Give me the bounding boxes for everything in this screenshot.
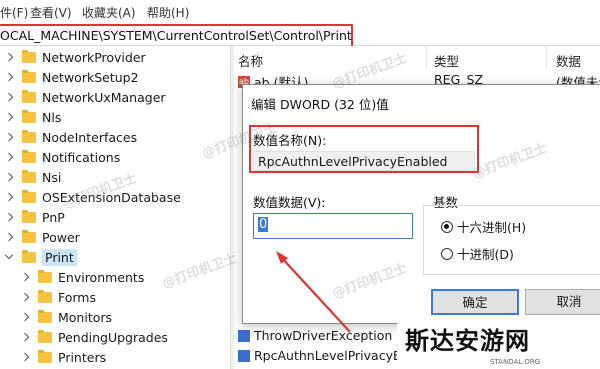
tree-node-label: Print [42, 248, 77, 266]
chevron-right-icon[interactable] [4, 132, 14, 142]
tree-node[interactable]: Print [4, 247, 77, 267]
folder-icon [22, 229, 36, 243]
tree-node[interactable]: Environments [20, 267, 144, 287]
tree-node-label: PendingUpgrades [58, 329, 168, 345]
dword-value-icon [238, 329, 250, 342]
menu-view[interactable]: 查看(V) [30, 4, 72, 21]
folder-icon [38, 349, 52, 363]
dec-radio-label: 十进制(D) [457, 247, 514, 262]
tree-node-label: NodeInterfaces [42, 129, 138, 145]
tree-node[interactable]: NetworkUxManager [4, 87, 166, 107]
tree-node[interactable]: NodeInterfaces [4, 127, 137, 147]
chevron-right-icon[interactable] [4, 112, 14, 122]
address-bar[interactable]: OCAL_MACHINE\SYSTEM\CurrentControlSet\Co… [0, 24, 600, 48]
column-header-name[interactable]: 名称 [238, 51, 263, 70]
tree-node-label: PnP [42, 209, 65, 225]
chevron-right-icon[interactable] [20, 312, 30, 322]
chevron-right-icon[interactable] [4, 212, 14, 222]
dword-value-icon [238, 349, 250, 362]
menu-help[interactable]: 帮助(H) [147, 4, 189, 21]
value-data-input[interactable]: 0 [253, 213, 413, 239]
folder-icon [22, 249, 36, 263]
tree-node[interactable]: Notifications [4, 147, 120, 167]
tree-node-label: Environments [58, 269, 145, 285]
folder-icon [22, 49, 36, 63]
folder-icon [22, 209, 36, 223]
folder-icon [38, 289, 52, 303]
list-item[interactable]: ThrowDriverException [238, 328, 392, 343]
tree-node-label: Notifications [42, 149, 121, 165]
chevron-right-icon[interactable] [20, 332, 30, 342]
tree-node[interactable]: Nls [4, 107, 61, 127]
chevron-right-icon[interactable] [4, 72, 14, 82]
hex-radio-label: 十六进制(H) [457, 220, 527, 235]
list-item[interactable]: RpcAuthnLevelPrivacyEna [238, 348, 416, 363]
folder-icon [22, 149, 36, 163]
tree-node-label: Monitors [58, 309, 113, 325]
tree-node-label: NetworkSetup2 [42, 69, 139, 85]
column-header-data[interactable]: 数据 [556, 51, 581, 70]
radio-unchecked-icon [441, 247, 453, 260]
chevron-right-icon[interactable] [4, 172, 14, 182]
tree-node[interactable]: NetworkSetup2 [4, 67, 139, 87]
column-divider[interactable] [546, 46, 547, 68]
menu-bar: 件(F) 查看(V) 收藏夹(A) 帮助(H) [0, 0, 600, 22]
ok-button[interactable]: 确定 [431, 289, 519, 315]
chevron-right-icon[interactable] [20, 352, 30, 362]
column-divider[interactable] [426, 46, 427, 68]
chevron-right-icon[interactable] [4, 232, 14, 242]
tree-node[interactable]: Nsi [4, 167, 61, 187]
folder-icon [22, 129, 36, 143]
base-group [423, 205, 600, 275]
tree-node-label: Nsi [42, 169, 62, 185]
logo-sub-text: STANDAL.ORG [490, 358, 541, 366]
cancel-button[interactable]: 取消 [525, 289, 600, 315]
chevron-right-icon[interactable] [20, 272, 30, 282]
tree-node[interactable]: Power [4, 227, 80, 247]
tree-node-label: NetworkProvider [42, 49, 146, 65]
chevron-right-icon[interactable] [4, 192, 14, 202]
list-item-name: RpcAuthnLevelPrivacyEna [254, 348, 417, 363]
folder-icon [22, 89, 36, 103]
chevron-down-icon[interactable] [4, 252, 14, 262]
folder-icon [22, 69, 36, 83]
value-data-label: 数值数据(V): [253, 195, 326, 210]
edit-dword-dialog: 编辑 DWORD (32 位)值 数值名称(N): RpcAuthnLevelP… [242, 84, 600, 324]
tree-node[interactable]: Forms [20, 287, 96, 307]
chevron-right-icon[interactable] [4, 152, 14, 162]
folder-icon [22, 169, 36, 183]
tree-node[interactable]: PendingUpgrades [20, 327, 168, 347]
tree-node-label: Power [42, 229, 80, 245]
tree-node[interactable]: Printers [20, 347, 106, 367]
tree-node-label: Nls [42, 109, 62, 125]
column-header-type[interactable]: 类型 [434, 51, 459, 70]
chevron-right-icon[interactable] [4, 92, 14, 102]
chevron-right-icon[interactable] [4, 52, 14, 62]
logo-main-text: 斯达安游网 [405, 326, 530, 355]
dec-radio[interactable]: 十进制(D) [441, 244, 514, 263]
hex-radio[interactable]: 十六进制(H) [441, 217, 526, 236]
tree-node-label: NetworkUxManager [42, 89, 166, 105]
address-path[interactable]: OCAL_MACHINE\SYSTEM\CurrentControlSet\Co… [0, 28, 352, 43]
site-logo: 斯达安游网 STANDAL.ORG [397, 318, 600, 369]
chevron-right-icon[interactable] [20, 292, 30, 302]
tree-node[interactable]: PnP [4, 207, 65, 227]
value-name-field[interactable]: RpcAuthnLevelPrivacyEnabled [253, 151, 475, 171]
radio-checked-icon [441, 220, 453, 233]
menu-file[interactable]: 件(F) [0, 4, 28, 21]
folder-icon [38, 329, 52, 343]
folder-icon [22, 109, 36, 123]
value-data-text: 0 [258, 217, 269, 232]
folder-icon [38, 309, 52, 323]
tree-node[interactable]: NetworkProvider [4, 47, 146, 67]
menu-favorites[interactable]: 收藏夹(A) [82, 4, 136, 21]
folder-icon [38, 269, 52, 283]
tree-node-label: Printers [58, 349, 107, 365]
tree-node[interactable]: Monitors [20, 307, 112, 327]
folder-icon [22, 189, 36, 203]
tree-node-label: Forms [58, 289, 97, 305]
list-item-name: ThrowDriverException [254, 328, 393, 343]
dialog-title: 编辑 DWORD (32 位)值 [251, 97, 389, 112]
